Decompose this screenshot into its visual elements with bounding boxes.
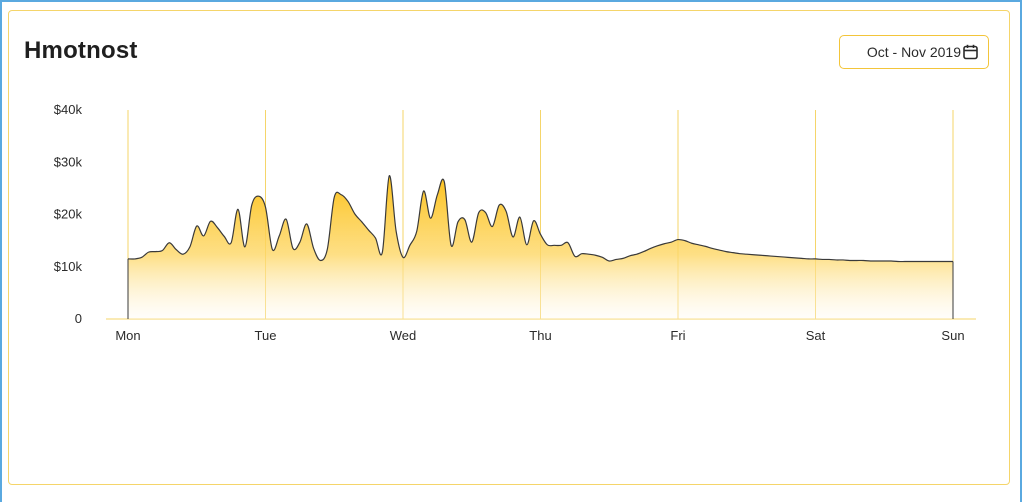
y-tick-label: $10k bbox=[54, 259, 83, 274]
x-tick-label: Tue bbox=[255, 328, 277, 343]
area-chart: Mon Tue Wed Thu Fri Sat Sun 0 $10k $20k $30k $40k bbox=[54, 102, 976, 343]
x-tick-label: Mon bbox=[115, 328, 140, 343]
y-tick-label: $30k bbox=[54, 154, 83, 169]
x-tick-label: Fri bbox=[670, 328, 685, 343]
x-tick-label: Wed bbox=[390, 328, 417, 343]
x-tick-label: Sun bbox=[941, 328, 964, 343]
y-tick-label: 0 bbox=[75, 311, 82, 326]
x-tick-label: Sat bbox=[806, 328, 826, 343]
y-tick-label: $20k bbox=[54, 207, 83, 222]
y-tick-label: $40k bbox=[54, 102, 83, 117]
x-tick-label: Thu bbox=[529, 328, 551, 343]
